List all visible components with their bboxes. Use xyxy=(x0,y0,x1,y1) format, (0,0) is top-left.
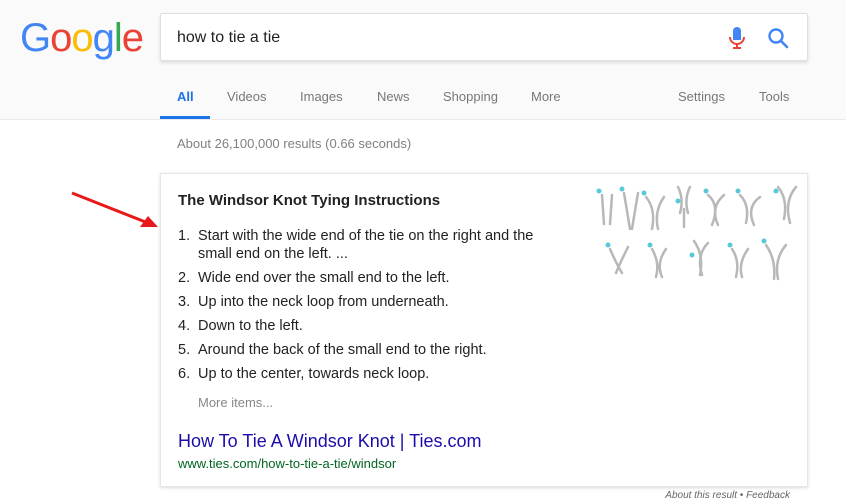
step-text: Down to the left. xyxy=(198,318,303,334)
step-number: 3. xyxy=(178,294,191,310)
tab-shopping[interactable]: Shopping xyxy=(443,89,498,104)
list-item: 4. Down to the left. xyxy=(178,317,563,335)
list-item: 2. Wide end over the small end to the lef… xyxy=(178,269,563,287)
logo-letter: e xyxy=(121,16,144,60)
step-number: 6. xyxy=(178,366,191,382)
result-title-link[interactable]: How To Tie A Windsor Knot | Ties.com xyxy=(178,431,481,452)
about-result-link[interactable]: About this result xyxy=(665,490,737,501)
step-number: 2. xyxy=(178,270,191,286)
step-text: Up into the neck loop from underneath. xyxy=(198,294,449,310)
google-logo[interactable]: Google xyxy=(20,16,144,60)
step-number: 5. xyxy=(178,342,191,358)
red-arrow-annotation xyxy=(71,191,158,227)
logo-letter: o xyxy=(50,16,72,60)
logo-letter: g xyxy=(92,16,115,60)
logo-letter: G xyxy=(20,16,51,60)
list-item: 5. Around the back of the small end to th… xyxy=(178,341,563,359)
tie-knot-diagram[interactable] xyxy=(594,179,809,289)
logo-letter: o xyxy=(71,16,93,60)
tab-settings[interactable]: Settings xyxy=(678,89,725,104)
step-number: 4. xyxy=(178,318,191,334)
step-text: Up to the center, towards neck loop. xyxy=(198,366,430,382)
active-tab-indicator xyxy=(160,116,210,119)
separator: • xyxy=(737,490,747,501)
steps-list: 1. Start with the wide end of the tie on … xyxy=(178,227,563,389)
result-stats: About 26,100,000 results (0.66 seconds) xyxy=(177,136,412,151)
search-input[interactable] xyxy=(177,25,697,51)
search-icon[interactable] xyxy=(767,27,789,49)
featured-snippet: The Windsor Knot Tying Instructions 1. St… xyxy=(160,173,808,487)
search-box xyxy=(160,13,808,61)
tab-all[interactable]: All xyxy=(177,89,194,104)
feedback-link[interactable]: Feedback xyxy=(746,490,790,501)
about-result-footer: About this result • Feedback xyxy=(665,490,790,501)
logo-letter: l xyxy=(113,16,123,60)
list-item: 6. Up to the center, towards neck loop. xyxy=(178,365,563,383)
header: Google All Videos Images News Shopping M… xyxy=(0,0,846,120)
list-item: 3. Up into the neck loop from underneath. xyxy=(178,293,563,311)
list-item: 1. Start with the wide end of the tie on … xyxy=(178,227,563,263)
tab-news[interactable]: News xyxy=(377,89,410,104)
search-tabs: All Videos Images News Shopping More Set… xyxy=(160,78,810,120)
tab-images[interactable]: Images xyxy=(300,89,343,104)
step-text: Start with the wide end of the tie on th… xyxy=(198,228,534,262)
step-text: Wide end over the small end to the left. xyxy=(198,270,450,286)
step-text: Around the back of the small end to the … xyxy=(198,342,487,358)
step-number: 1. xyxy=(178,228,191,244)
microphone-icon[interactable] xyxy=(727,26,747,50)
more-items-link[interactable]: More items... xyxy=(198,395,273,410)
snippet-title: The Windsor Knot Tying Instructions xyxy=(178,192,441,209)
tab-tools[interactable]: Tools xyxy=(759,89,789,104)
tab-more[interactable]: More xyxy=(531,89,561,104)
tab-videos[interactable]: Videos xyxy=(227,89,267,104)
result-url: www.ties.com/how-to-tie-a-tie/windsor xyxy=(178,456,397,471)
